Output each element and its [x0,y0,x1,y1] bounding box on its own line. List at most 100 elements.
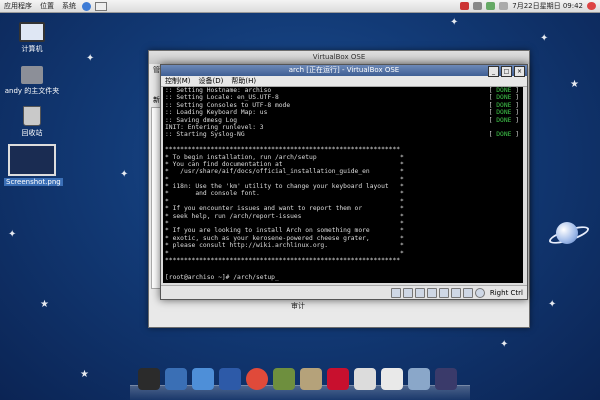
console-line: * i18n: Use the 'km' utility to change y… [163,183,523,190]
console-line: INIT: Entering runlevel: 3 [163,124,523,131]
vm-window[interactable]: arch [正在运行] - VirtualBox OSE _ □ × 控制(M)… [160,64,528,300]
top-panel: 应用程序 位置 系统 7月22日星期日 09:42 [0,0,600,13]
network-icon[interactable] [460,2,470,10]
hostkey-arrow-icon [474,287,485,298]
console-line: * * [163,250,523,257]
details-text: 审计 [291,302,305,310]
console-line: * * [163,198,523,205]
console-line-text: * * [165,249,404,257]
mail-launcher-icon[interactable] [95,1,107,11]
console-line-text: :: Setting Consoles to UTF-8 mode [165,101,291,109]
cdrom-icon[interactable] [402,287,413,298]
volume-icon[interactable] [473,2,483,10]
menu-system[interactable]: 系统 [58,1,80,11]
mouse-integration-icon[interactable] [462,287,473,298]
status-done-badge: [ DONE ] [488,116,519,124]
star-decoration: ✦ [86,53,95,64]
browser-launcher-icon[interactable] [82,1,91,11]
star-decoration: ✦ [548,299,557,310]
dock [130,364,470,400]
notification-icon[interactable] [499,2,509,10]
vm-menubar: 控制(M) 设备(D) 帮助(H) [161,76,527,87]
status-done-badge: [ DONE ] [488,94,519,102]
app-icon[interactable] [381,368,403,390]
edit-icon[interactable] [354,368,376,390]
desktop-icon-home[interactable]: andy 的主文件夹 [0,66,64,96]
desktop-icon-trash[interactable]: 回收站 [0,106,64,138]
console-line-text: * To begin installation, run /arch/setup… [165,153,404,161]
star-decoration: ★ [570,79,579,90]
vm-window-title: arch [正在运行] - VirtualBox OSE _ □ × [161,65,527,77]
console-line: * * [163,220,523,227]
console-line: :: Starting Syslog-NG [ DONE ] [163,131,523,138]
console-line-text: ****************************************… [165,256,401,264]
computer-icon [19,22,45,42]
console-line-text: :: Starting Syslog-NG [165,131,245,139]
console-line: ****************************************… [163,146,523,153]
prompt-text: [root@archiso ~]# /arch/setup_ [165,273,279,281]
network-adapter-icon[interactable] [426,287,437,298]
star-decoration: ★ [80,369,89,380]
menu-help[interactable]: 帮助(H) [231,76,256,86]
desktop-icon-computer[interactable]: 计算机 [0,22,64,54]
star-decoration: ✦ [500,339,509,350]
shell-prompt: [root@archiso ~]# /arch/setup_ [165,274,279,281]
console-line-text: * /usr/share/aif/docs/official_installat… [165,168,404,176]
chrome-icon[interactable] [246,368,268,390]
console-line-text: :: Saving dmesg Log [165,116,238,124]
star-decoration: ✦ [8,229,17,240]
menu-devices[interactable]: 设备(D) [199,76,224,86]
console-line: * If you are looking to install Arch on … [163,227,523,234]
console-line-text: * please consult http://wiki.archlinux.o… [165,242,404,250]
desktop-icon-screenshot[interactable]: Screenshot.png [4,144,63,186]
close-icon[interactable]: × [514,66,525,77]
console-line-text: * * [165,220,404,228]
battery-icon[interactable] [486,2,496,10]
console-line: * and console font. * [163,190,523,197]
terminal-icon[interactable] [138,368,160,390]
menu-places[interactable]: 位置 [36,1,58,11]
console-line: * /usr/share/aif/docs/official_installat… [163,168,523,175]
console-line: :: Loading Keyboard Map: us [ DONE ] [163,109,523,116]
power-icon[interactable] [587,2,596,10]
console-line-text: * and console font. * [165,190,404,198]
display-icon[interactable] [165,368,187,390]
console-line-text: :: Loading Keyboard Map: us [165,109,268,117]
vm-console[interactable]: :: Setting Hostname: archiso[ DONE ]:: S… [163,87,523,283]
console-line: :: Setting Consoles to UTF-8 mode [ DONE … [163,102,523,109]
maximize-icon[interactable]: □ [501,66,512,77]
console-line-text: * * [165,197,404,205]
menu-control[interactable]: 控制(M) [165,76,191,86]
star-decoration: ✦ [450,17,459,28]
usb-icon[interactable] [414,287,425,298]
minimize-icon[interactable]: _ [488,66,499,77]
users-icon[interactable] [219,368,241,390]
launcher-icon[interactable] [435,368,457,390]
harddisk-icon[interactable] [390,287,401,298]
console-line: :: Saving dmesg Log [ DONE ] [163,117,523,124]
console-line: * please consult http://wiki.archlinux.o… [163,242,523,249]
console-line-text: INIT: Entering runlevel: 3 [165,123,264,131]
package-icon[interactable] [408,368,430,390]
folder-icon[interactable] [300,368,322,390]
files-icon[interactable] [273,368,295,390]
star-decoration: ✦ [120,169,129,180]
console-line: * * [163,176,523,183]
status-done-badge: [ DONE ] [488,87,519,94]
desktop-icon-label: 计算机 [21,45,43,53]
datetime[interactable]: 7月22日星期日 09:42 [512,1,583,11]
console-line-text: * If you are looking to install Arch on … [165,227,404,235]
console-line: * seek help, run /arch/report-issues * [163,213,523,220]
recording-icon[interactable] [450,287,461,298]
star-decoration: ★ [40,299,49,310]
shared-folder-icon[interactable] [438,287,449,298]
console-line: * If you encounter issues and want to re… [163,205,523,212]
console-line: :: Setting Hostname: archiso [ DONE ] [163,87,523,94]
new-button-label[interactable]: 新 [153,95,160,105]
debian-icon[interactable] [327,368,349,390]
screenshot-icon[interactable] [192,368,214,390]
status-done-badge: [ DONE ] [488,101,519,109]
console-line: * exotic, such as your kerosene-powered … [163,235,523,242]
trash-icon [23,106,41,126]
menu-applications[interactable]: 应用程序 [0,1,36,11]
